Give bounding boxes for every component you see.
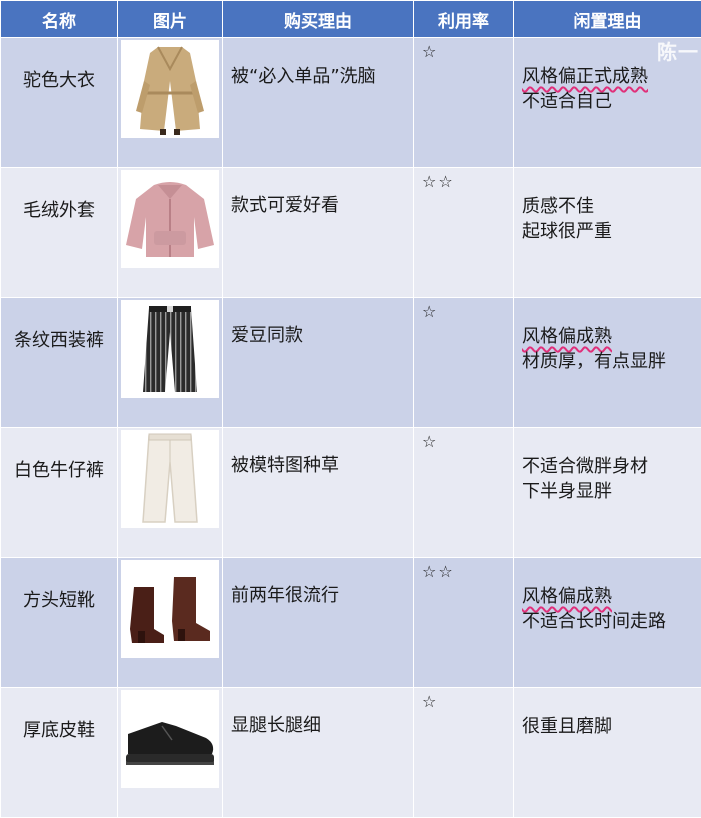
purchase-reason-cell: 显腿长腿细 [223, 688, 414, 818]
idle-reason-line: 很重且磨脚 [522, 714, 693, 739]
utilization-cell: ☆☆ [414, 168, 514, 298]
idle-reason-line: 风格偏成熟 [522, 324, 693, 349]
idle-reason-line: 不适合自己 [522, 89, 693, 114]
idle-reason-cell: 质感不佳 起球很严重 [514, 168, 701, 298]
utilization-cell: ☆☆ [414, 558, 514, 688]
idle-reason-line: 风格偏成熟 [522, 584, 693, 609]
item-name: 毛绒外套 [1, 168, 117, 222]
clothing-table: 名称 图片 购买理由 利用率 闲置理由 驼色大衣 [0, 0, 701, 818]
item-name-cell: 厚底皮鞋 [1, 688, 118, 818]
pink-fleece-jacket-icon [121, 170, 219, 268]
table-row: 条纹西装裤 爱豆同款 [1, 298, 701, 428]
item-image-cell [118, 688, 223, 818]
item-image-cell [118, 38, 223, 168]
purchase-reason: 前两年很流行 [223, 558, 413, 608]
item-image-cell [118, 428, 223, 558]
rating-stars: ☆ [414, 38, 513, 65]
idle-reason-cell: 风格偏成熟 不适合长时间走路 [514, 558, 701, 688]
table-header-row: 名称 图片 购买理由 利用率 闲置理由 [1, 1, 701, 38]
rating-stars: ☆ [414, 298, 513, 325]
item-image-cell [118, 558, 223, 688]
watermark: 陈一 [657, 36, 699, 65]
rating-stars: ☆☆ [414, 168, 513, 195]
purchase-reason: 被模特图种草 [223, 428, 413, 478]
item-name-cell: 方头短靴 [1, 558, 118, 688]
white-jeans-icon [121, 430, 219, 528]
item-name: 白色牛仔裤 [1, 428, 117, 482]
idle-reason-line: 质感不佳 [522, 194, 693, 219]
item-name: 条纹西装裤 [1, 298, 117, 352]
idle-reason-line: 不适合长时间走路 [522, 609, 693, 634]
purchase-reason: 款式可爱好看 [223, 168, 413, 218]
rating-stars: ☆ [414, 688, 513, 715]
rating-stars: ☆☆ [414, 558, 513, 585]
purchase-reason-cell: 被模特图种草 [223, 428, 414, 558]
header-image: 图片 [118, 1, 223, 38]
item-image-cell [118, 298, 223, 428]
idle-reason-line: 起球很严重 [522, 219, 693, 244]
idle-reason-line: 下半身显胖 [522, 479, 693, 504]
idle-reason-cell: 不适合微胖身材 下半身显胖 [514, 428, 701, 558]
square-toe-boots-icon [121, 560, 219, 658]
utilization-cell: ☆ [414, 298, 514, 428]
platform-leather-shoe-icon [121, 690, 219, 788]
item-image-cell [118, 168, 223, 298]
header-name: 名称 [1, 1, 118, 38]
header-idle-reason: 闲置理由 [514, 1, 701, 38]
table-row: 白色牛仔裤 被模特图种草 ☆ 不适合微胖身材 下半身显胖 [1, 428, 701, 558]
utilization-cell: ☆ [414, 38, 514, 168]
item-name-cell: 驼色大衣 [1, 38, 118, 168]
purchase-reason-cell: 前两年很流行 [223, 558, 414, 688]
idle-reason-cell: 很重且磨脚 [514, 688, 701, 818]
camel-coat-icon [121, 40, 219, 138]
idle-reason-line: 风格偏正式成熟 [522, 64, 693, 89]
item-name-cell: 白色牛仔裤 [1, 428, 118, 558]
header-purchase-reason: 购买理由 [223, 1, 414, 38]
idle-reason-line: 材质厚，有点显胖 [522, 349, 693, 374]
table-row: 毛绒外套 款式可爱好看 ☆☆ 质感不佳 起球很严重 [1, 168, 701, 298]
item-name-cell: 条纹西装裤 [1, 298, 118, 428]
purchase-reason-cell: 被“必入单品”洗脑 [223, 38, 414, 168]
item-name: 厚底皮鞋 [1, 688, 117, 742]
item-name-cell: 毛绒外套 [1, 168, 118, 298]
table-row: 厚底皮鞋 显腿长腿细 ☆ 很重且磨脚 [1, 688, 701, 818]
utilization-cell: ☆ [414, 688, 514, 818]
item-name: 驼色大衣 [1, 38, 117, 92]
idle-reason-line: 不适合微胖身材 [522, 454, 693, 479]
purchase-reason-cell: 爱豆同款 [223, 298, 414, 428]
header-utilization: 利用率 [414, 1, 514, 38]
purchase-reason: 显腿长腿细 [223, 688, 413, 738]
table-row: 驼色大衣 被“必入单品”洗脑 ☆ 风格偏正式成熟 [1, 38, 701, 168]
table-row: 方头短靴 前两年很流行 ☆☆ 风格偏成熟 不适合长时间走路 [1, 558, 701, 688]
item-name: 方头短靴 [1, 558, 117, 612]
utilization-cell: ☆ [414, 428, 514, 558]
rating-stars: ☆ [414, 428, 513, 455]
idle-reason-cell: 风格偏成熟 材质厚，有点显胖 [514, 298, 701, 428]
purchase-reason-cell: 款式可爱好看 [223, 168, 414, 298]
striped-trousers-icon [121, 300, 219, 398]
purchase-reason: 被“必入单品”洗脑 [223, 38, 413, 89]
purchase-reason: 爱豆同款 [223, 298, 413, 348]
